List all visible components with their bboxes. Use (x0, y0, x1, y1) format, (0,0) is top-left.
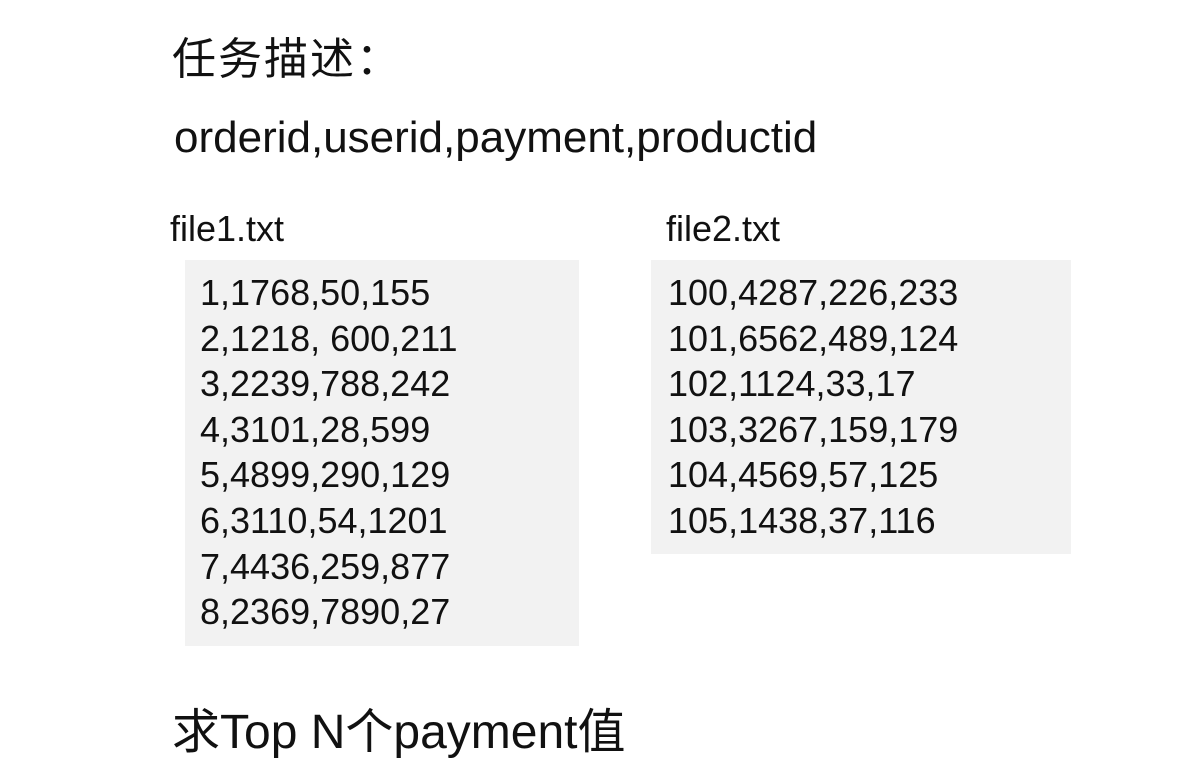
file1-row: 4,3101,28,599 (200, 408, 431, 450)
file2-row: 101,6562,489,124 (668, 317, 959, 359)
file2-label: file2.txt (666, 208, 781, 249)
file1-row: 3,2239,788,242 (200, 363, 451, 405)
file2-row: 100,4287,226,233 (668, 272, 959, 313)
file2-row: 104,4569,57,125 (668, 454, 939, 496)
task-question: 求Top N个payment值 (172, 706, 626, 759)
file1-row: 2,1218, 600,211 (200, 317, 458, 359)
file1-row: 1,1768,50,155 (200, 272, 431, 313)
file2-row: 103,3267,159,179 (668, 408, 959, 450)
field-list: orderid,userid,payment,productid (174, 113, 818, 162)
file2-row: 105,1438,37,116 (668, 499, 936, 541)
page-title: 任务描述： (172, 34, 402, 85)
file1-label: file1.txt (170, 208, 285, 249)
file1-row: 8,2369,7890,27 (200, 591, 451, 633)
file1-row: 6,3110,54,1201 (200, 499, 448, 541)
file1-row: 5,4899,290,129 (200, 454, 451, 496)
file1-content: 1,1768,50,155 2,1218, 600,211 3,2239,788… (185, 260, 579, 646)
file2-content: 100,4287,226,233 101,6562,489,124 102,11… (651, 260, 1071, 554)
file2-row: 102,1124,33,17 (668, 363, 916, 405)
file1-row: 7,4436,259,877 (200, 545, 451, 587)
